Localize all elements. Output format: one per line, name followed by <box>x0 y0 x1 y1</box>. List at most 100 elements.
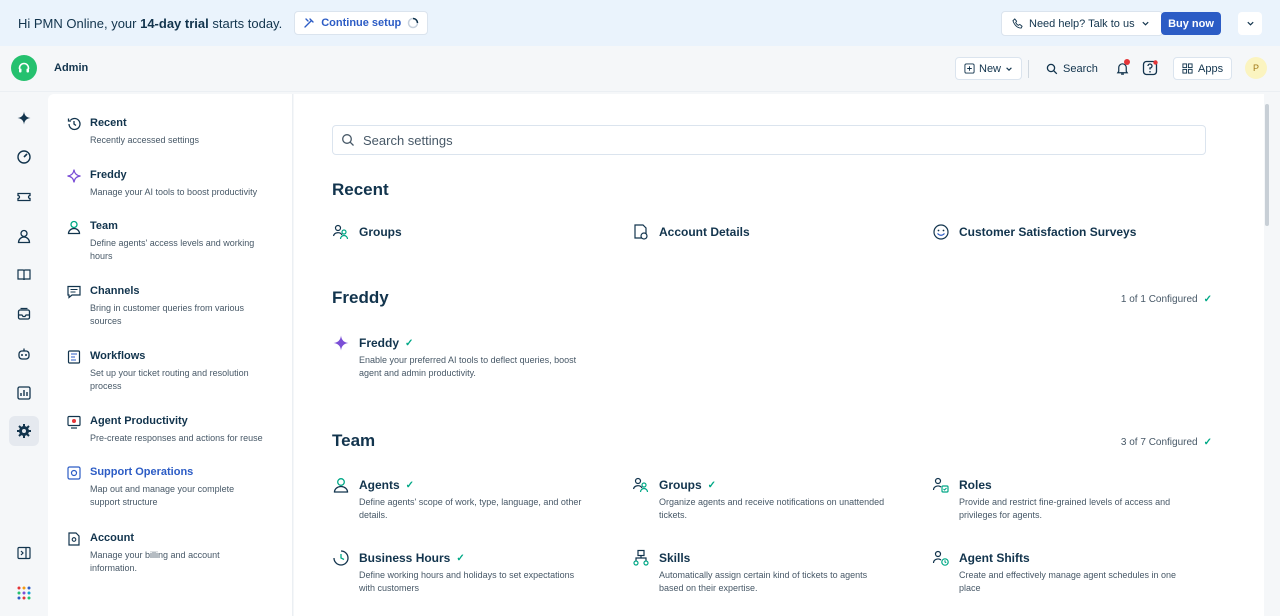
bot-icon <box>18 348 30 360</box>
category-desc: Recently accessed settings <box>90 135 200 145</box>
team-configured-count: 3 of 7 Configured ✓ <box>1121 437 1212 448</box>
team-item-agent-shifts[interactable]: Agent Shifts Create and effectively mana… <box>932 549 1192 595</box>
settings-search-input[interactable] <box>363 132 1183 148</box>
category-title: Recent <box>90 117 127 129</box>
team-item-agents[interactable]: Agents ✓ Define agents' scope of work, ty… <box>332 476 592 522</box>
canned-response-icon <box>67 415 81 429</box>
roles-icon <box>932 477 949 493</box>
check-icon: ✓ <box>1203 294 1212 305</box>
help-button[interactable] <box>1139 57 1161 79</box>
category-workflows[interactable]: Workflows Set up your ticket routing and… <box>66 349 286 393</box>
team-item-roles[interactable]: Roles Provide and restrict fine-grained … <box>932 476 1192 522</box>
buy-now-button[interactable]: Buy now <box>1161 12 1221 35</box>
category-desc: Define agents' access levels and working… <box>90 238 255 261</box>
need-help-button[interactable]: Need help? Talk to us <box>1001 11 1163 36</box>
check-icon: ✓ <box>456 552 465 564</box>
clock-icon <box>333 550 349 566</box>
item-title-text: Skills <box>659 551 691 565</box>
groups-icon <box>632 477 649 493</box>
operations-icon <box>67 466 81 480</box>
check-icon: ✓ <box>1203 437 1212 448</box>
item-title: Freddy ✓ <box>359 336 413 350</box>
new-label: New <box>979 62 1002 75</box>
item-title-text: Roles <box>959 478 992 492</box>
check-icon: ✓ <box>707 479 717 491</box>
nav-inbox[interactable] <box>9 299 39 329</box>
team-item-skills[interactable]: Skills Automatically assign certain kind… <box>632 549 892 595</box>
category-title: Channels <box>90 285 140 297</box>
item-desc: Define working hours and holidays to set… <box>359 570 575 593</box>
recent-item-csat[interactable]: Customer Satisfaction Surveys <box>932 223 1192 243</box>
check-icon: ✓ <box>405 337 414 349</box>
chevron-down-icon <box>1006 66 1012 71</box>
need-help-label: Need help? Talk to us <box>1029 17 1135 30</box>
collapse-banner-button[interactable] <box>1238 12 1262 35</box>
team-item-groups[interactable]: Groups ✓ Organize agents and receive noti… <box>632 476 892 522</box>
category-title: Support Operations <box>90 466 194 478</box>
sparkle-icon <box>67 169 81 183</box>
category-desc: Pre-create responses and actions for reu… <box>90 433 263 443</box>
nav-solutions[interactable] <box>9 260 39 290</box>
item-title: Agent Shifts <box>959 551 1030 565</box>
toggle-sidebar-button[interactable] <box>9 538 39 568</box>
recent-item-groups[interactable]: Groups <box>332 223 592 243</box>
history-icon <box>67 117 81 131</box>
continue-setup-button[interactable]: Continue setup <box>294 11 429 35</box>
item-title-text: Agents <box>359 478 400 492</box>
nav-tickets[interactable] <box>9 182 39 212</box>
sparkle-icon <box>17 111 31 125</box>
inbox-icon <box>17 307 31 320</box>
item-desc: Provide and restrict fine-grained levels… <box>959 497 1171 520</box>
dashboard-icon <box>17 150 31 164</box>
agent-shift-icon <box>932 550 949 566</box>
category-support-operations[interactable]: Support Operations Map out and manage yo… <box>66 465 286 509</box>
settings-icon <box>17 424 31 438</box>
account-details-icon <box>634 224 648 240</box>
page-title: Admin <box>54 62 89 74</box>
workflow-icon <box>67 350 81 364</box>
notifications-button[interactable] <box>1111 57 1133 79</box>
main-scrollbar[interactable] <box>1265 104 1269 226</box>
phone-icon <box>1012 18 1023 29</box>
search-label: Search <box>1063 62 1098 75</box>
freddy-item[interactable]: Freddy ✓ Enable your preferred AI tools t… <box>332 334 592 380</box>
item-desc: Create and effectively manage agent sche… <box>959 570 1176 593</box>
category-channels[interactable]: Channels Bring in customer queries from … <box>66 284 286 328</box>
product-switcher-button[interactable] <box>9 578 39 608</box>
reports-icon <box>17 386 31 400</box>
book-icon <box>17 269 31 281</box>
settings-main-content: Recent Groups Account Details Customer S… <box>294 94 1264 616</box>
recent-item-account-details[interactable]: Account Details <box>632 223 892 243</box>
nav-freddy[interactable] <box>9 103 39 133</box>
nav-reports[interactable] <box>9 378 39 408</box>
category-recent[interactable]: Recent Recently accessed settings <box>66 116 286 146</box>
team-item-business-hours[interactable]: Business Hours ✓ Define working hours and… <box>332 549 592 595</box>
category-desc: Bring in customer queries from various s… <box>90 303 245 326</box>
new-button[interactable]: New <box>955 57 1023 80</box>
item-title: Agents ✓ <box>359 478 414 492</box>
recent-item-title: Account Details <box>659 225 750 239</box>
chevron-down-icon <box>1141 21 1149 26</box>
category-agent-productivity[interactable]: Agent Productivity Pre-create responses … <box>66 414 286 444</box>
smiley-icon <box>933 224 949 240</box>
nav-dashboard[interactable] <box>9 142 39 172</box>
nav-bots[interactable] <box>9 339 39 369</box>
sparkle-icon <box>333 335 349 351</box>
global-search-button[interactable]: Search <box>1040 57 1104 80</box>
category-account[interactable]: Account Manage your billing and account … <box>66 531 286 575</box>
nav-contacts[interactable] <box>9 221 39 251</box>
category-freddy[interactable]: Freddy Manage your AI tools to boost pro… <box>66 168 286 198</box>
app-header: Admin New Search Apps P <box>0 46 1280 92</box>
main-nav-rail <box>0 92 48 616</box>
category-title: Team <box>90 220 118 232</box>
chevron-down-icon <box>1246 21 1254 26</box>
nav-admin-settings[interactable] <box>9 416 39 446</box>
apps-button[interactable]: Apps <box>1173 57 1233 80</box>
category-title: Freddy <box>90 169 127 181</box>
avatar[interactable]: P <box>1245 57 1267 79</box>
help-icon <box>1142 60 1158 76</box>
settings-search[interactable] <box>332 125 1206 155</box>
category-team[interactable]: Team Define agents' access levels and wo… <box>66 219 286 263</box>
continue-setup-label: Continue setup <box>321 17 402 29</box>
freshdesk-logo[interactable] <box>11 55 37 81</box>
